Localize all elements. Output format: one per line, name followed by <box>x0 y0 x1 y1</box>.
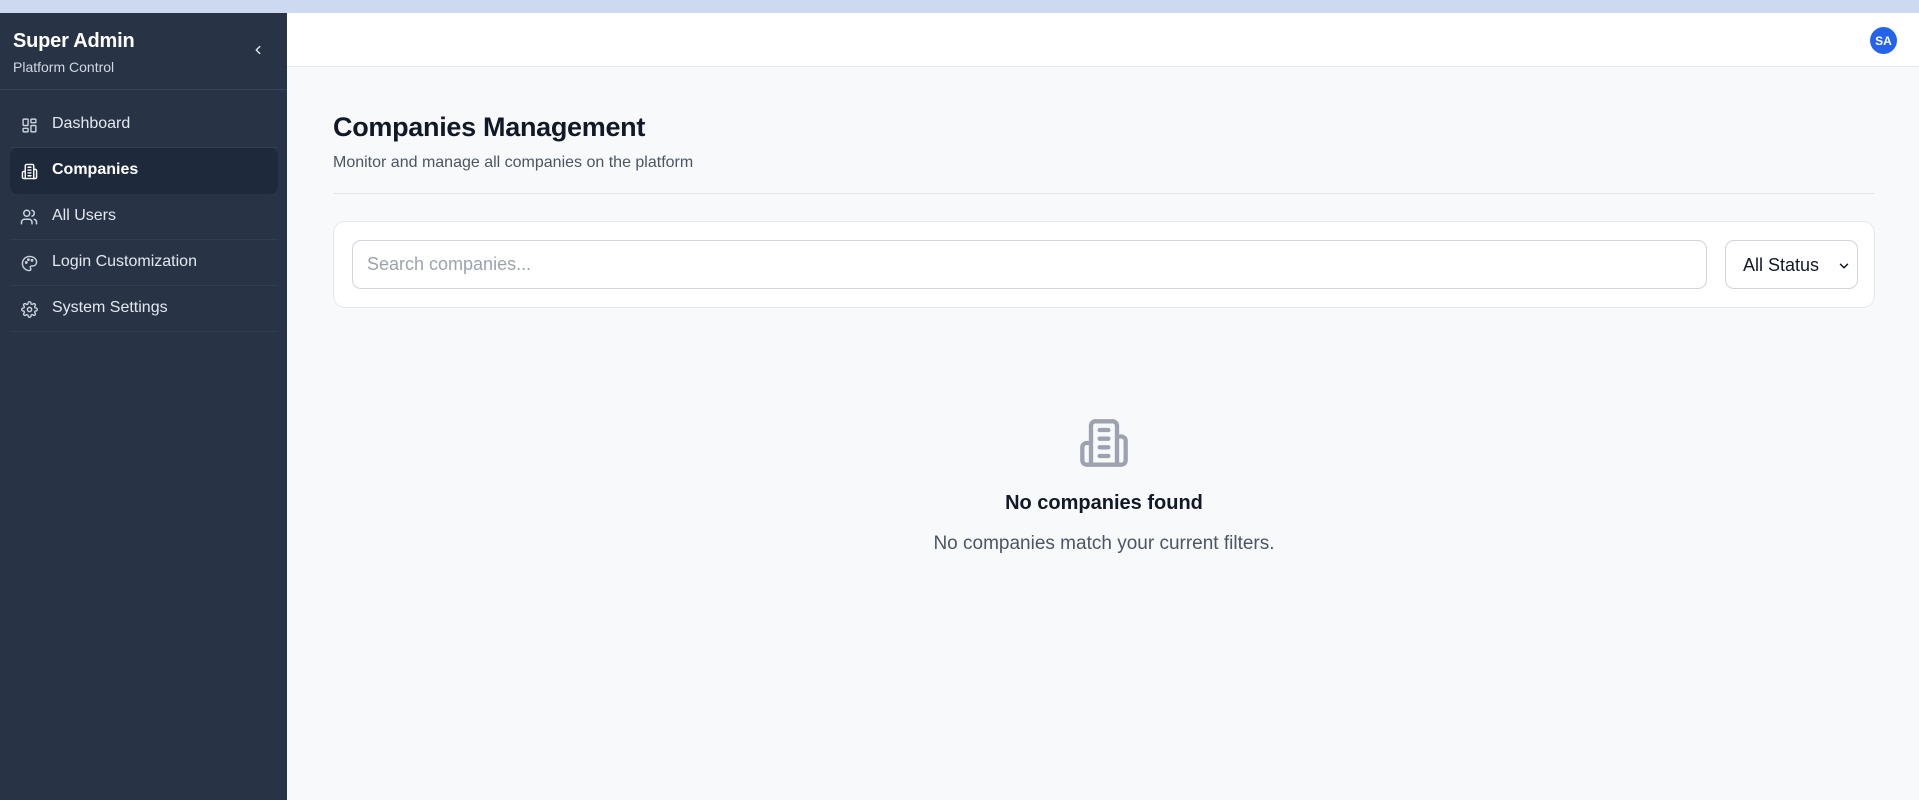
search-input[interactable] <box>352 240 1707 289</box>
sidebar-item-label: Companies <box>52 161 139 178</box>
empty-state-message: No companies match your current filters. <box>933 533 1275 554</box>
avatar[interactable]: SA <box>1870 27 1897 54</box>
sidebar-item-system-settings[interactable]: System Settings <box>10 286 278 332</box>
empty-state-title: No companies found <box>1005 492 1203 514</box>
status-filter-value: All Status <box>1743 255 1820 275</box>
sidebar-item-all-users[interactable]: All Users <box>10 194 278 240</box>
chevron-down-icon <box>1839 263 1849 269</box>
collapse-sidebar-button[interactable] <box>248 40 268 60</box>
sidebar-item-companies[interactable]: Companies <box>10 148 278 194</box>
status-filter-select[interactable]: All Status <box>1725 240 1858 289</box>
building-icon <box>1080 419 1128 467</box>
sidebar-item-label: Dashboard <box>52 115 131 132</box>
sidebar-item-label: System Settings <box>52 299 168 316</box>
sidebar-brand: Super Admin Platform Control <box>0 13 287 90</box>
sidebar-nav: Dashboard Companies All Users Login Cust… <box>10 102 278 332</box>
sidebar: Super Admin Platform Control Dashboard C… <box>0 13 287 800</box>
dashboard-icon <box>20 116 38 134</box>
sidebar-item-login-customization[interactable]: Login Customization <box>10 240 278 286</box>
filter-card: All Status <box>333 221 1875 308</box>
chevron-left-icon <box>255 45 261 55</box>
header-divider <box>333 193 1875 194</box>
building-icon <box>20 162 38 180</box>
sidebar-item-label: Login Customization <box>52 253 197 270</box>
palette-icon <box>20 254 38 272</box>
gear-icon <box>20 300 38 318</box>
browser-top-strip <box>0 0 1919 13</box>
users-icon <box>20 208 38 226</box>
brand-title: Super Admin <box>13 30 135 52</box>
sidebar-item-dashboard[interactable]: Dashboard <box>10 102 278 148</box>
page-subtitle: Monitor and manage all companies on the … <box>333 154 694 171</box>
brand-subtitle: Platform Control <box>13 59 115 75</box>
page-title: Companies Management <box>333 112 646 142</box>
sidebar-item-label: All Users <box>52 207 117 224</box>
empty-state: No companies found No companies match yo… <box>333 400 1875 570</box>
top-header: SA <box>287 13 1919 67</box>
